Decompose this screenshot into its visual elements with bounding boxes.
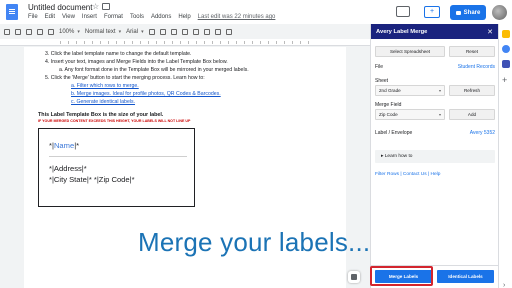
file-row: File Student Records [375,64,495,70]
comment-history-icon[interactable] [396,6,410,17]
share-label: Share [463,9,481,16]
promo-overlay-text: Merge your labels... [138,227,371,257]
menu-edit[interactable]: Edit [45,14,55,20]
merge-images-link[interactable]: b. Merge images. Ideal for profile photo… [71,91,221,97]
step-4a: a. Any font format done in the Template … [59,67,249,73]
name-merge-field: Name [53,141,75,150]
merge-labels-button[interactable]: Merge Labels [375,270,432,283]
label-name-line: *|Name|* [49,141,79,150]
label-city-line: *|City State|* *|Zip Code|* [49,175,135,184]
panel-header: Avery Label Merge ✕ [371,24,498,39]
keep-icon[interactable] [502,30,510,38]
select-spreadsheet-button[interactable]: Select Spreadsheet [375,46,445,57]
avatar[interactable] [492,5,507,20]
close-icon[interactable]: ✕ [487,28,493,36]
avery-label-merge-panel: Avery Label Merge ✕ Select Spreadsheet R… [370,24,499,288]
undo-icon[interactable] [4,29,10,35]
label-divider [49,156,187,157]
ruler[interactable] [0,39,370,46]
print-icon[interactable] [26,29,32,35]
font-size-icon[interactable] [148,29,155,35]
explore-icon[interactable] [348,271,360,283]
envelope-value-link[interactable]: Avery 5352 [470,130,495,136]
template-title: This Label Template Box is the size of y… [38,112,164,118]
merge-tag-close: |* [74,141,80,150]
spreadsheet-row: Select Spreadsheet Reset [375,46,495,57]
merge-field-label-row: Merge Field [375,102,495,108]
menu-view[interactable]: View [62,14,75,20]
menu-format[interactable]: Format [104,14,123,20]
template-warning: IF YOUR MERGED CONTENT EXCEEDS THIS HEIG… [38,119,191,123]
chevron-right-icon[interactable]: › [503,282,505,288]
last-edit-link[interactable]: Last edit was 22 minutes ago [198,14,276,20]
bold-icon[interactable] [159,29,166,35]
identical-labels-link[interactable]: c. Generate identical labels. [71,99,135,105]
menu-bar: File Edit View Insert Format Tools Addon… [28,14,275,20]
instructions-list: 3. Click the label template name to chan… [45,50,320,106]
share-button[interactable]: Share [450,5,486,20]
sheet-select[interactable]: 2nd Grade [375,85,445,96]
font-select[interactable]: Arial [126,29,144,35]
align-icon[interactable] [214,29,221,35]
file-value-link[interactable]: Student Records [458,64,495,70]
menu-addons[interactable]: Addons [151,14,171,20]
learn-how-to-expander[interactable]: ▸ Learn how to [375,150,495,163]
link-icon[interactable] [203,29,210,35]
sheet-row: 2nd Grade Refresh [375,85,495,96]
menu-file[interactable]: File [28,14,38,20]
panel-footer-links[interactable]: Filter Rows | Contact Us | Help [375,172,440,177]
merge-field-select[interactable]: Zip Code [375,109,445,120]
menu-tools[interactable]: Tools [130,14,144,20]
underline-icon[interactable] [181,29,188,35]
redo-icon[interactable] [15,29,21,35]
merge-field-label: Merge Field [375,102,402,108]
text-color-icon[interactable] [192,29,199,35]
side-rail: + › [498,24,512,288]
formatting-toolbar: 100% Normal text Arial [4,26,364,38]
sheet-label-row: Sheet [375,78,495,84]
step-4: 4. Insert your text, images and Merge Fi… [45,59,228,65]
file-label: File [375,64,384,70]
avery-addon-icon[interactable] [502,60,510,68]
paint-format-icon[interactable] [48,29,54,35]
label-template-box[interactable]: *|Name|* *|Address|* *|City State|* *|Zi… [38,128,195,207]
refresh-button[interactable]: Refresh [449,85,495,96]
envelope-row: Label / Envelope Avery 5352 [375,130,495,136]
add-button[interactable]: Add [449,109,495,120]
present-icon[interactable]: + [424,6,440,18]
move-to-folder-icon[interactable] [102,3,110,10]
reset-button[interactable]: Reset [449,46,495,57]
menu-insert[interactable]: Insert [82,14,97,20]
envelope-label: Label / Envelope [375,130,413,136]
sheet-label: Sheet [375,78,389,84]
document-title[interactable]: Untitled document [28,3,92,12]
tasks-icon[interactable] [502,45,510,53]
docs-logo-icon[interactable] [6,4,18,20]
step-3: 3. Click the label template name to chan… [45,51,192,57]
step-5: 5. Click the 'Merge' button to start the… [45,75,205,81]
zoom-select[interactable]: 100% [59,29,80,35]
list-icon[interactable] [225,29,232,35]
star-icon[interactable]: ☆ [92,2,99,11]
filter-rows-link[interactable]: a. Filter which rows to merge. [71,83,139,89]
lock-icon [455,10,461,15]
merge-field-row: Zip Code Add [375,109,495,120]
spellcheck-icon[interactable] [37,29,43,35]
identical-labels-button[interactable]: Identical Labels [437,270,494,283]
style-select[interactable]: Normal text [85,29,121,35]
label-address-line: *|Address|* [49,164,87,173]
top-bar: Untitled document ☆ File Edit View Inser… [0,0,512,24]
add-ons-plus-icon[interactable]: + [502,76,507,85]
panel-title: Avery Label Merge [376,28,428,35]
menu-help[interactable]: Help [178,14,190,20]
italic-icon[interactable] [170,29,177,35]
